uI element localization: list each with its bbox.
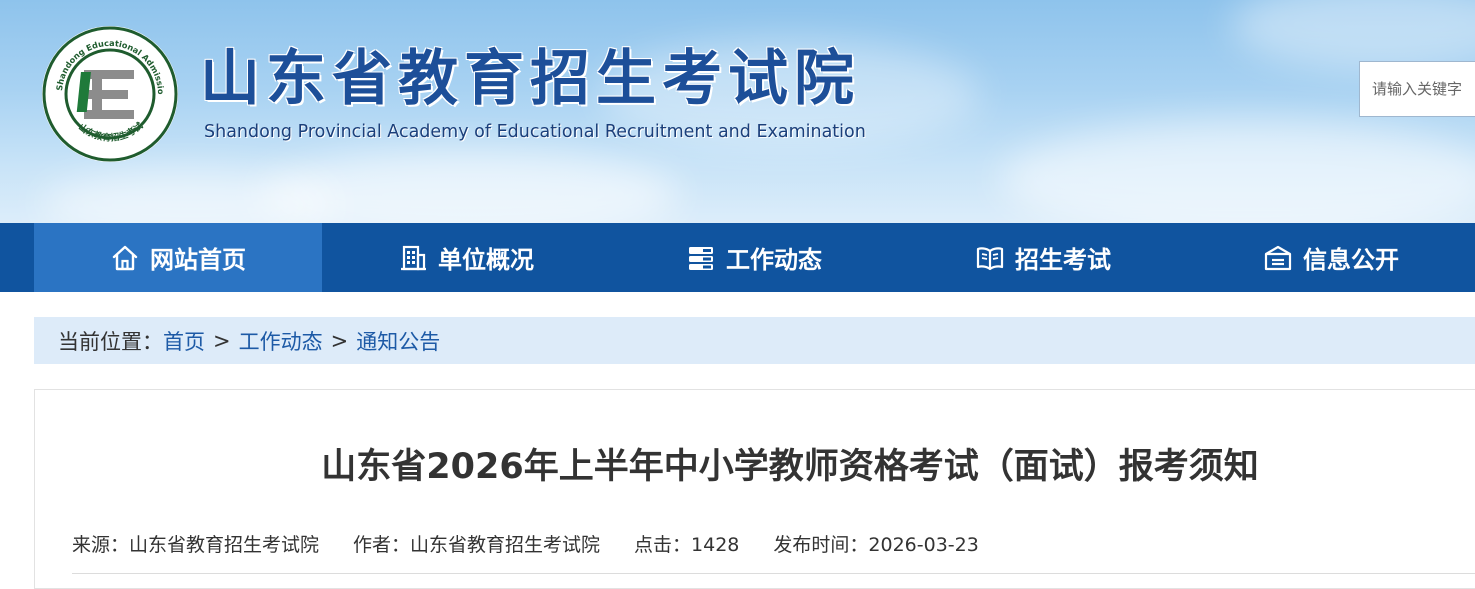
nav-item-home[interactable]: 网站首页 xyxy=(34,223,322,292)
info-box-icon xyxy=(1264,245,1292,270)
article-source: 来源：山东省教育招生考试院 xyxy=(72,534,320,556)
article-date: 发布时间：2026-03-23 xyxy=(773,534,979,556)
nav-item-label: 工作动态 xyxy=(726,246,822,274)
nav-item-label: 招生考试 xyxy=(1015,246,1111,274)
news-list-icon xyxy=(689,246,713,270)
site-title-cn[interactable]: 山东省教育招生考试院 xyxy=(200,44,860,114)
article-divider xyxy=(72,573,1475,574)
breadcrumb-link-home[interactable]: 首页 xyxy=(163,326,205,356)
book-icon xyxy=(976,246,1004,270)
article-panel: 山东省2026年上半年中小学教师资格考试（面试）报考须知 来源：山东省教育招生考… xyxy=(34,389,1475,589)
nav-item-disclosure[interactable]: 信息公开 xyxy=(1187,223,1475,292)
breadcrumb-separator: > xyxy=(330,328,349,353)
article-author: 作者：山东省教育招生考试院 xyxy=(353,534,601,556)
nav-item-label: 网站首页 xyxy=(150,246,246,274)
header-cloud xyxy=(1230,0,1475,70)
main-nav: 网站首页 单位概况 工作动态 招生考试 信息公开 xyxy=(0,223,1475,292)
nav-item-news[interactable]: 工作动态 xyxy=(610,223,898,292)
home-icon xyxy=(112,245,138,270)
breadcrumb-link-news[interactable]: 工作动态 xyxy=(239,326,323,356)
breadcrumb-prefix: 当前位置： xyxy=(58,329,163,354)
sdeea-logo-icon[interactable]: Shandong Educational Admission & Examina… xyxy=(40,24,180,164)
nav-item-exams[interactable]: 招生考试 xyxy=(899,223,1187,292)
breadcrumb-link-notices[interactable]: 通知公告 xyxy=(356,326,440,356)
site-header: Shandong Educational Admission & Examina… xyxy=(0,0,1475,223)
header-cloud xyxy=(1000,120,1475,223)
site-title-en: Shandong Provincial Academy of Education… xyxy=(204,122,866,142)
nav-item-label: 信息公开 xyxy=(1303,246,1399,274)
nav-item-label: 单位概况 xyxy=(438,246,534,274)
article-title: 山东省2026年上半年中小学教师资格考试（面试）报考须知 xyxy=(321,447,1259,487)
search-input[interactable] xyxy=(1359,61,1475,117)
article-clicks: 点击：1428 xyxy=(634,534,740,556)
nav-item-about[interactable]: 单位概况 xyxy=(322,223,610,292)
article-meta: 来源：山东省教育招生考试院 作者：山东省教育招生考试院 点击：1428 发布时间… xyxy=(72,530,1013,560)
breadcrumb-separator: > xyxy=(213,328,231,353)
breadcrumb: 当前位置： 首页 > 工作动态 > 通知公告 xyxy=(34,317,1475,364)
building-icon xyxy=(401,245,426,270)
